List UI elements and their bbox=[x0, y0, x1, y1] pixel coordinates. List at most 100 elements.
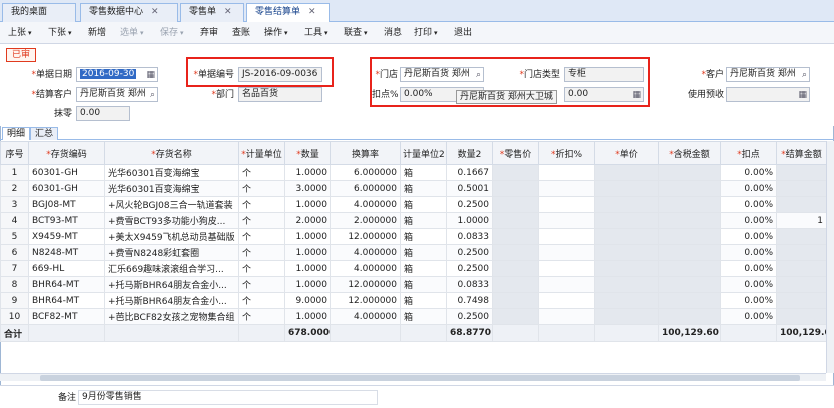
scroll-thumb[interactable] bbox=[40, 375, 800, 381]
table-cell[interactable]: 箱 bbox=[400, 292, 447, 309]
table-cell[interactable] bbox=[538, 292, 595, 309]
table-cell[interactable]: BCF82-MT bbox=[28, 308, 105, 325]
table-cell[interactable]: 个 bbox=[238, 180, 285, 197]
col-header[interactable]: 数量2 bbox=[446, 141, 493, 165]
table-cell[interactable]: +费雪BCT93多功能小狗皮... bbox=[104, 212, 239, 229]
table-cell[interactable]: 0.2500 bbox=[446, 244, 493, 261]
next-button[interactable]: 下张 ▾ bbox=[48, 26, 72, 40]
table-cell[interactable] bbox=[776, 244, 827, 261]
table-cell[interactable]: 12.000000 bbox=[330, 292, 401, 309]
table-cell[interactable] bbox=[594, 180, 659, 197]
table-cell[interactable] bbox=[658, 212, 721, 229]
table-cell[interactable] bbox=[776, 276, 827, 293]
table-cell[interactable]: 0.00% bbox=[720, 228, 777, 245]
table-cell[interactable]: 0.7498 bbox=[446, 292, 493, 309]
table-cell[interactable] bbox=[658, 244, 721, 261]
table-cell[interactable] bbox=[538, 164, 595, 181]
table-cell[interactable] bbox=[776, 260, 827, 277]
table-cell[interactable]: +美太X9459飞机总动员基础版 bbox=[104, 228, 239, 245]
calculator-icon[interactable]: ▦ bbox=[798, 89, 807, 101]
table-row[interactable]: 9 BHR64-MT +托马斯BHR64朋友合金小... 个 9.0000 12.0000… bbox=[0, 292, 827, 309]
table-cell[interactable]: 箱 bbox=[400, 164, 447, 181]
table-cell[interactable]: 个 bbox=[238, 228, 285, 245]
table-cell[interactable]: BCT93-MT bbox=[28, 212, 105, 229]
table-cell[interactable]: 60301-GH bbox=[28, 164, 105, 181]
tab-detail[interactable]: 明细 bbox=[2, 127, 31, 140]
table-cell[interactable]: 1.0000 bbox=[284, 164, 331, 181]
table-cell[interactable]: 4.000000 bbox=[330, 308, 401, 325]
horizontal-scrollbar[interactable] bbox=[0, 373, 826, 381]
table-cell[interactable]: 0.00% bbox=[720, 244, 777, 261]
table-cell[interactable] bbox=[492, 260, 539, 277]
col-header[interactable]: *计量单位 bbox=[238, 141, 285, 165]
tools-button[interactable]: 工具 ▾ bbox=[304, 26, 328, 40]
table-cell[interactable] bbox=[658, 180, 721, 197]
table-cell[interactable] bbox=[538, 196, 595, 213]
table-row[interactable]: 6 N8248-MT +费雪N8248彩虹套圈个 1.0000 4.000000 箱 0.2… bbox=[0, 244, 827, 261]
dept-field[interactable]: 名品百货 bbox=[238, 87, 322, 102]
table-cell[interactable]: 9.0000 bbox=[284, 292, 331, 309]
table-cell[interactable]: BGJ08-MT bbox=[28, 196, 105, 213]
table-cell[interactable] bbox=[594, 276, 659, 293]
table-cell[interactable]: X9459-MT bbox=[28, 228, 105, 245]
table-cell[interactable] bbox=[492, 308, 539, 325]
table-cell[interactable]: 7 bbox=[0, 260, 29, 277]
tab-retail-settlement[interactable]: 零售结算单 ✕ bbox=[246, 3, 330, 23]
table-cell[interactable]: 1 bbox=[0, 164, 29, 181]
table-cell[interactable] bbox=[538, 276, 595, 293]
table-cell[interactable]: 4.000000 bbox=[330, 244, 401, 261]
table-cell[interactable]: 个 bbox=[238, 196, 285, 213]
search-icon[interactable]: ⌕ bbox=[802, 69, 807, 81]
vertical-scrollbar[interactable] bbox=[826, 141, 834, 373]
table-cell[interactable]: 0.0833 bbox=[446, 228, 493, 245]
table-cell[interactable]: 箱 bbox=[400, 276, 447, 293]
table-cell[interactable]: 4.000000 bbox=[330, 260, 401, 277]
tab-retail-data-center[interactable]: 零售数据中心 ✕ bbox=[80, 3, 178, 22]
close-icon[interactable]: ✕ bbox=[308, 7, 316, 17]
col-header[interactable]: 计量单位2 bbox=[400, 141, 447, 165]
table-cell[interactable]: 0.5001 bbox=[446, 180, 493, 197]
table-cell[interactable]: 0.2500 bbox=[446, 308, 493, 325]
search-icon[interactable]: ⌕ bbox=[150, 89, 155, 101]
close-icon[interactable]: ✕ bbox=[151, 7, 159, 17]
table-cell[interactable]: 4 bbox=[0, 212, 29, 229]
table-cell[interactable]: 0.00% bbox=[720, 260, 777, 277]
table-cell[interactable]: 汇乐669趣味滚滚组合学习... bbox=[104, 260, 239, 277]
table-cell[interactable]: 6.000000 bbox=[330, 180, 401, 197]
table-cell[interactable]: 箱 bbox=[400, 308, 447, 325]
round-field[interactable]: 0.00 bbox=[76, 106, 130, 121]
table-cell[interactable]: 个 bbox=[238, 292, 285, 309]
table-cell[interactable]: 1.0000 bbox=[446, 212, 493, 229]
table-cell[interactable] bbox=[658, 308, 721, 325]
table-cell[interactable]: +风火轮BGJ08三合一轨道套装 bbox=[104, 196, 239, 213]
table-cell[interactable] bbox=[492, 180, 539, 197]
table-cell[interactable]: 个 bbox=[238, 212, 285, 229]
table-cell[interactable]: 1.0000 bbox=[284, 228, 331, 245]
table-cell[interactable] bbox=[658, 196, 721, 213]
close-icon[interactable]: ✕ bbox=[224, 7, 232, 17]
col-header[interactable]: 序号 bbox=[0, 141, 29, 165]
table-cell[interactable] bbox=[776, 180, 827, 197]
table-cell[interactable] bbox=[594, 244, 659, 261]
table-cell[interactable]: 0.2500 bbox=[446, 260, 493, 277]
table-cell[interactable]: +托马斯BHR64朋友合金小... bbox=[104, 292, 239, 309]
table-cell[interactable]: 1.0000 bbox=[284, 260, 331, 277]
table-cell[interactable]: 1.0000 bbox=[284, 196, 331, 213]
customer-field[interactable]: 丹尼斯百货 郑州 ⌕ bbox=[726, 67, 810, 82]
table-cell[interactable]: 3 bbox=[0, 196, 29, 213]
table-cell[interactable]: 箱 bbox=[400, 212, 447, 229]
col-header[interactable]: 换算率 bbox=[330, 141, 401, 165]
table-cell[interactable]: 箱 bbox=[400, 260, 447, 277]
table-cell[interactable] bbox=[492, 292, 539, 309]
table-cell[interactable] bbox=[492, 244, 539, 261]
table-cell[interactable]: 箱 bbox=[400, 180, 447, 197]
table-cell[interactable] bbox=[594, 228, 659, 245]
table-cell[interactable]: +芭比BCF82女孩之宠物集合组 bbox=[104, 308, 239, 325]
table-cell[interactable]: 0.0833 bbox=[446, 276, 493, 293]
table-cell[interactable]: 10 bbox=[0, 308, 29, 325]
table-cell[interactable]: 9 bbox=[0, 292, 29, 309]
table-cell[interactable]: 2.0000 bbox=[284, 212, 331, 229]
settle-customer-field[interactable]: 丹尼斯百货 郑州 ⌕ bbox=[76, 87, 158, 102]
table-cell[interactable]: 12.000000 bbox=[330, 276, 401, 293]
save-button[interactable]: 保存 ▾ bbox=[160, 26, 184, 40]
